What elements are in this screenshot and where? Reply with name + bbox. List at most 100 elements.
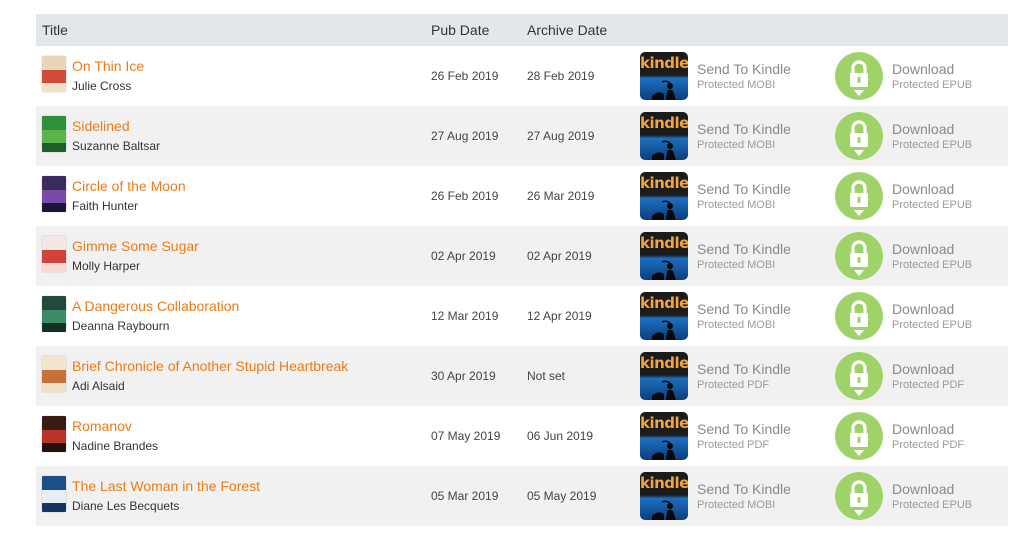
- table-row: Sidelined Suzanne Baltsar 27 Aug 2019 27…: [36, 106, 1008, 166]
- download-label[interactable]: Download: [892, 481, 954, 497]
- archive-date: 27 Aug 2019: [527, 129, 595, 143]
- cover-band: [42, 143, 66, 152]
- download-format: Protected EPUB: [892, 199, 973, 211]
- cover-band: [42, 356, 66, 371]
- book-cover[interactable]: [42, 176, 66, 212]
- download-label[interactable]: Download: [892, 361, 954, 377]
- download-label[interactable]: Download: [892, 421, 954, 437]
- download-button[interactable]: [835, 232, 883, 280]
- send-to-kindle-button[interactable]: kindle: [640, 172, 688, 220]
- book-title-link[interactable]: The Last Woman in the Forest: [72, 478, 260, 494]
- table-body: On Thin Ice Julie Cross 26 Feb 2019 28 F…: [36, 46, 1008, 526]
- book-title-link[interactable]: Circle of the Moon: [72, 178, 186, 194]
- download-button[interactable]: [835, 292, 883, 340]
- kindle-reader-icon: [652, 380, 676, 400]
- archive-date: 06 Jun 2019: [527, 429, 594, 443]
- lock-download-icon: [850, 300, 868, 336]
- download-button[interactable]: [835, 472, 883, 520]
- kindle-logo-text: kindle: [640, 234, 688, 252]
- book-title-link[interactable]: On Thin Ice: [72, 58, 144, 74]
- download-label[interactable]: Download: [892, 241, 954, 257]
- header-pub-date: Pub Date: [431, 22, 490, 38]
- book-cover[interactable]: [42, 476, 66, 512]
- kindle-reader-icon: [652, 440, 676, 460]
- download-format: Protected EPUB: [892, 139, 973, 151]
- send-to-kindle-label[interactable]: Send To Kindle: [697, 301, 791, 317]
- kindle-format: Protected MOBI: [697, 319, 776, 331]
- archive-date: 12 Apr 2019: [527, 309, 592, 323]
- book-title-link[interactable]: Gimme Some Sugar: [72, 238, 199, 254]
- table-row: Romanov Nadine Brandes 07 May 2019 06 Ju…: [36, 406, 1008, 466]
- send-to-kindle-button[interactable]: kindle: [640, 232, 688, 280]
- book-title-link[interactable]: A Dangerous Collaboration: [72, 298, 239, 314]
- download-format: Protected EPUB: [892, 259, 973, 271]
- cover-band: [42, 176, 66, 191]
- kindle-logo-text: kindle: [640, 174, 688, 192]
- send-to-kindle-label[interactable]: Send To Kindle: [697, 361, 791, 377]
- kindle-reader-icon: [652, 320, 676, 340]
- send-to-kindle-label[interactable]: Send To Kindle: [697, 121, 791, 137]
- send-to-kindle-label[interactable]: Send To Kindle: [697, 61, 791, 77]
- cover-band: [42, 203, 66, 212]
- book-title-link[interactable]: Romanov: [72, 418, 132, 434]
- archive-date: Not set: [527, 369, 566, 383]
- book-author: Deanna Raybourn: [72, 319, 170, 333]
- pub-date: 26 Feb 2019: [431, 189, 499, 203]
- download-button[interactable]: [835, 112, 883, 160]
- table-row: On Thin Ice Julie Cross 26 Feb 2019 28 F…: [36, 46, 1008, 106]
- cover-band: [42, 130, 66, 143]
- book-author: Diane Les Becquets: [72, 499, 180, 513]
- cover-band: [42, 70, 66, 83]
- send-to-kindle-button[interactable]: kindle: [640, 112, 688, 160]
- header-archive-date: Archive Date: [527, 22, 608, 38]
- kindle-reader-icon: [652, 260, 676, 280]
- book-cover[interactable]: [42, 296, 66, 332]
- cover-band: [42, 250, 66, 263]
- book-title-link[interactable]: Brief Chronicle of Another Stupid Heartb…: [72, 358, 348, 374]
- table-row: The Last Woman in the Forest Diane Les B…: [36, 466, 1008, 526]
- send-to-kindle-button[interactable]: kindle: [640, 52, 688, 100]
- cover-band: [42, 263, 66, 272]
- kindle-format: Protected PDF: [697, 439, 770, 451]
- download-button[interactable]: [835, 52, 883, 100]
- book-cover[interactable]: [42, 236, 66, 272]
- send-to-kindle-label[interactable]: Send To Kindle: [697, 241, 791, 257]
- book-cover[interactable]: [42, 416, 66, 452]
- kindle-logo-text: kindle: [640, 294, 688, 312]
- table-header: Title Pub Date Archive Date: [36, 14, 1008, 46]
- download-label[interactable]: Download: [892, 181, 954, 197]
- send-to-kindle-label[interactable]: Send To Kindle: [697, 181, 791, 197]
- send-to-kindle-label[interactable]: Send To Kindle: [697, 481, 791, 497]
- cover-band: [42, 190, 66, 203]
- lock-download-icon: [850, 60, 868, 96]
- lock-download-icon: [850, 240, 868, 276]
- send-to-kindle-button[interactable]: kindle: [640, 352, 688, 400]
- cover-band: [42, 503, 66, 512]
- send-to-kindle-label[interactable]: Send To Kindle: [697, 421, 791, 437]
- kindle-logo-text: kindle: [640, 414, 688, 432]
- book-cover[interactable]: [42, 56, 66, 92]
- download-label[interactable]: Download: [892, 121, 954, 137]
- download-button[interactable]: [835, 352, 883, 400]
- lock-download-icon: [850, 480, 868, 516]
- book-author: Faith Hunter: [72, 199, 139, 213]
- kindle-format: Protected MOBI: [697, 259, 776, 271]
- send-to-kindle-button[interactable]: kindle: [640, 412, 688, 460]
- download-label[interactable]: Download: [892, 301, 954, 317]
- download-format: Protected PDF: [892, 439, 965, 451]
- book-cover[interactable]: [42, 356, 66, 392]
- send-to-kindle-button[interactable]: kindle: [640, 292, 688, 340]
- download-label[interactable]: Download: [892, 61, 954, 77]
- pub-date: 02 Apr 2019: [431, 249, 496, 263]
- book-author: Julie Cross: [72, 79, 132, 93]
- send-to-kindle-button[interactable]: kindle: [640, 472, 688, 520]
- download-button[interactable]: [835, 412, 883, 460]
- download-format: Protected PDF: [892, 379, 965, 391]
- archive-date: 28 Feb 2019: [527, 69, 595, 83]
- book-cover[interactable]: [42, 116, 66, 152]
- download-button[interactable]: [835, 172, 883, 220]
- kindle-logo-text: kindle: [640, 114, 688, 132]
- download-format: Protected EPUB: [892, 499, 973, 511]
- book-title-link[interactable]: Sidelined: [72, 118, 130, 134]
- lock-download-icon: [850, 120, 868, 156]
